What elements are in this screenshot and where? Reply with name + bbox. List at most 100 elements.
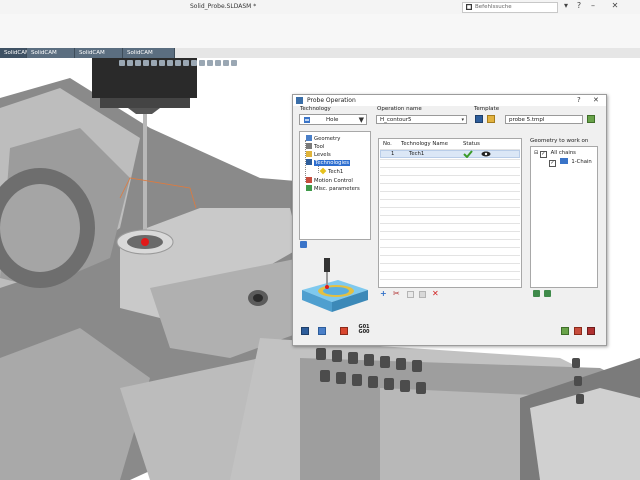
cut-icon[interactable]: ✂ — [393, 289, 400, 298]
divider — [380, 183, 520, 184]
delete-icon[interactable]: ✕ — [432, 289, 439, 298]
view-icon-4[interactable] — [143, 60, 149, 66]
gcode-button[interactable]: G01 G00 — [357, 325, 371, 337]
tab-solidcam-templates[interactable]: SolidCAM Templates — [123, 48, 175, 66]
view-icon-15[interactable] — [231, 60, 237, 66]
view-icon-2[interactable] — [127, 60, 133, 66]
motion-control-icon — [306, 177, 312, 183]
view-icon-6[interactable] — [159, 60, 165, 66]
command-search-input[interactable]: Befehlssuche — [462, 2, 558, 13]
divider — [380, 263, 520, 264]
save-icon[interactable] — [301, 327, 309, 335]
view-icon-1[interactable] — [119, 60, 125, 66]
add-technology-icon[interactable]: + — [380, 289, 387, 298]
dialog-help-button[interactable]: ? — [577, 96, 581, 104]
save-template-icon[interactable] — [475, 115, 483, 123]
geometry-to-work-on-label: Geometry to work on — [530, 138, 589, 144]
geometry-chain-tree[interactable] — [530, 146, 598, 288]
simulate-icon[interactable] — [340, 327, 348, 335]
tree-item-motion-control[interactable]: Motion Control — [306, 177, 353, 184]
preview-toggle-icon[interactable] — [300, 241, 307, 248]
hole-technology-icon — [304, 117, 310, 123]
operation-name-value: H_contour5 — [380, 117, 412, 123]
save-and-calculate-icon[interactable] — [318, 327, 326, 335]
probe-preview-image — [302, 258, 368, 312]
tech-diamond-icon — [319, 167, 327, 175]
copy-icon[interactable] — [407, 291, 414, 298]
search-icon — [466, 4, 472, 10]
operation-name-label: Operation name — [377, 106, 422, 112]
paste-icon[interactable] — [419, 291, 426, 298]
exit-save-icon[interactable] — [561, 327, 569, 335]
view-icon-11[interactable] — [199, 60, 205, 66]
chain-checkbox[interactable]: ✓ — [549, 160, 556, 167]
command-search-placeholder: Befehlssuche — [475, 4, 512, 10]
operation-name-input[interactable]: H_contour5 ▾ — [376, 115, 467, 124]
tab-solidcam-multiaxis[interactable]: SolidCAM Multiaxis — [27, 48, 75, 66]
view-icon-12[interactable] — [207, 60, 213, 66]
tree-item-tool[interactable]: Tool — [306, 143, 324, 150]
column-header-no[interactable]: No. — [383, 141, 392, 147]
dialog-title-bar: Probe Operation ? ✕ — [293, 95, 606, 106]
close-dialog-icon[interactable] — [587, 327, 595, 335]
tree-item-technologies[interactable]: Technologies — [306, 159, 351, 166]
all-chains-checkbox[interactable]: ✓ — [539, 151, 547, 158]
status-check-icon — [463, 150, 473, 158]
cam-tab-strip: SolidCAM 3D SolidCAM Multiaxis SolidCAM … — [0, 48, 640, 66]
geometry-add-icon[interactable] — [533, 290, 540, 297]
tool-icon — [306, 143, 312, 149]
levels-icon — [306, 151, 312, 157]
window-title-bar: Solid_Probe.SLDASM * Befehlssuche ▾ ? – … — [0, 0, 640, 15]
help-icon[interactable]: ? — [574, 1, 584, 11]
view-icon-9[interactable] — [183, 60, 189, 66]
dialog-close-button[interactable]: ✕ — [593, 96, 599, 104]
divider — [380, 159, 520, 160]
dropdown-icon[interactable]: ▾ — [561, 1, 571, 11]
divider — [380, 191, 520, 192]
window-title: Solid_Probe.SLDASM * — [190, 3, 257, 10]
view-icon-3[interactable] — [135, 60, 141, 66]
minimize-icon[interactable]: – — [588, 1, 598, 11]
technology-table[interactable]: No. Technology Name Status 1 Tech1 — [378, 138, 522, 288]
tab-solidcam-3d[interactable]: SolidCAM 3D — [0, 48, 30, 66]
view-toolbar — [118, 58, 258, 68]
divider — [380, 239, 520, 240]
view-icon-7[interactable] — [167, 60, 173, 66]
tree-item-misc-parameters[interactable]: Misc. parameters — [306, 185, 360, 192]
tree-item-tech1[interactable]: Tech1 — [319, 167, 343, 175]
template-options-icon[interactable] — [587, 115, 595, 123]
probe-operation-icon — [296, 97, 303, 104]
tree-item-1-chain[interactable]: ✓ 1-Chain — [549, 158, 592, 167]
ribbon — [0, 14, 640, 49]
view-icon-8[interactable] — [175, 60, 181, 66]
technology-select[interactable]: Hole ▼ — [299, 114, 367, 125]
tree-item-all-chains[interactable]: ⊟ ✓ All chains — [534, 150, 576, 158]
column-header-status[interactable]: Status — [463, 141, 480, 147]
visibility-eye-icon[interactable] — [481, 151, 491, 157]
exit-icon[interactable] — [574, 327, 582, 335]
view-icon-13[interactable] — [215, 60, 221, 66]
divider — [380, 255, 520, 256]
template-input[interactable]: probe 5.tmpl — [505, 115, 583, 124]
divider — [380, 279, 520, 280]
open-template-icon[interactable] — [487, 115, 495, 123]
table-row[interactable] — [380, 150, 520, 158]
view-icon-10[interactable] — [191, 60, 197, 66]
column-header-technology-name[interactable]: Technology Name — [401, 141, 448, 147]
tab-solidcam-turning[interactable]: SolidCAM Turning — [75, 48, 123, 66]
divider — [380, 271, 520, 272]
template-label: Template — [474, 106, 500, 112]
chevron-down-icon: ▾ — [461, 117, 464, 123]
tree-item-levels[interactable]: Levels — [306, 151, 331, 158]
divider — [380, 247, 520, 248]
chain-icon — [559, 158, 568, 164]
divider — [380, 223, 520, 224]
technology-label: Technology — [300, 106, 331, 112]
geometry-edit-icon[interactable] — [544, 290, 551, 297]
template-value: probe 5.tmpl — [509, 117, 545, 123]
tree-item-geometry[interactable]: Geometry — [306, 135, 340, 142]
close-icon[interactable]: ✕ — [610, 1, 620, 11]
view-icon-14[interactable] — [223, 60, 229, 66]
divider — [380, 207, 520, 208]
view-icon-5[interactable] — [151, 60, 157, 66]
